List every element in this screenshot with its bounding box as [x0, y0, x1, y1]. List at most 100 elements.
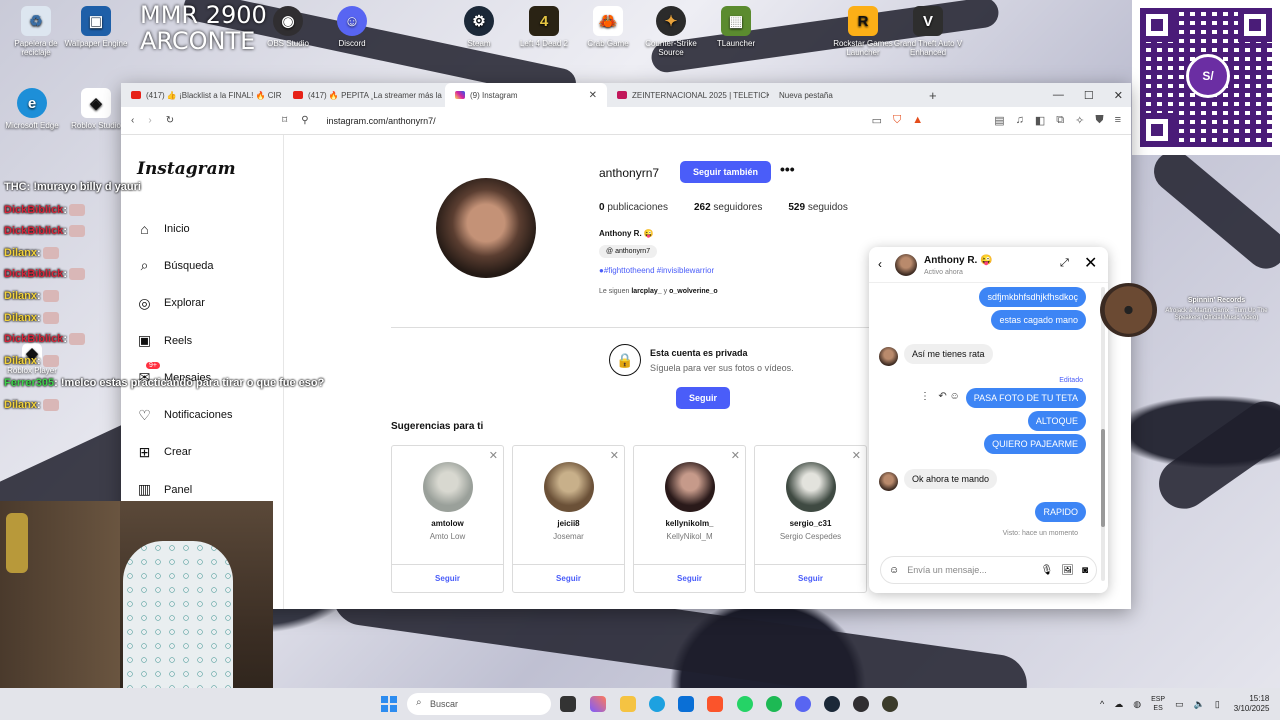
instagram-logo[interactable]: Instagram [137, 159, 236, 179]
followers-count[interactable]: 262 seguidores [694, 202, 762, 213]
back-icon[interactable]: ‹ [131, 115, 134, 126]
spotify-icon[interactable] [766, 696, 782, 712]
emoji-icon[interactable]: ☺ [889, 565, 899, 576]
media-icon[interactable]: ♫ [1016, 114, 1024, 127]
profile-avatar[interactable] [436, 178, 536, 278]
follow-back-button[interactable]: Seguir también [680, 161, 772, 183]
message-input[interactable]: Envía un mensaje... [907, 565, 1032, 575]
dm-avatar[interactable] [895, 254, 917, 276]
desktop-icon-rockstar[interactable]: R Rockstar Games Launcher [827, 6, 899, 57]
suggestion-follow-button[interactable]: Seguir [392, 564, 503, 592]
cast-icon[interactable]: ▭ [872, 114, 882, 127]
nav-item-notificaciones[interactable]: ♡ Notificaciones [136, 396, 232, 433]
close-window-icon[interactable]: ✕ [1114, 89, 1123, 102]
minimize-icon[interactable]: — [1053, 89, 1064, 101]
desktop-icon-steam[interactable]: ⚙ Steam [443, 6, 515, 48]
message-incoming[interactable]: Ok ahora te mando [904, 469, 998, 489]
nav-item-inicio[interactable]: ⌂ Inicio [136, 210, 232, 247]
store-icon[interactable] [678, 696, 694, 712]
app-icon[interactable] [882, 696, 898, 712]
reply-icon[interactable]: ↶ [938, 391, 946, 402]
copilot-icon[interactable] [590, 696, 606, 712]
tab-youtube-2[interactable]: (417) 🔥 PEPITA ¸La streamer más la [283, 83, 445, 107]
forward-icon[interactable]: › [148, 115, 151, 126]
message-outgoing[interactable]: RAPIDO [1035, 502, 1086, 522]
desktop-icon-l4d2[interactable]: 4 Left 4 Dead 2 [508, 6, 580, 48]
task-view-icon[interactable] [560, 696, 576, 712]
avatar[interactable] [543, 462, 594, 512]
edge-icon[interactable] [649, 696, 665, 712]
whatsapp-icon[interactable] [737, 696, 753, 712]
tab-youtube-1[interactable]: (417) 👍 ¡Blacklist a la FINAL! 🔥 CIR [121, 83, 283, 107]
dm-name[interactable]: Anthony R. 😜 [924, 255, 993, 266]
tab-instagram[interactable]: (9) Instagram ✕ [445, 83, 607, 107]
microphone-icon[interactable]: 🎙 [1041, 565, 1054, 576]
desktop-icon-edge[interactable]: e Microsoft Edge [0, 88, 68, 130]
following-count[interactable]: 529 seguidos [788, 202, 848, 213]
image-icon[interactable]: 🖼 [1061, 565, 1074, 576]
nav-item-crear[interactable]: ⊞ Crear [136, 434, 232, 471]
message-outgoing[interactable]: QUIERO PAJEARME [984, 434, 1086, 454]
monitor-icon[interactable]: ▭ [1175, 699, 1184, 710]
sidebar-icon[interactable]: ◧ [1035, 114, 1045, 127]
new-tab-button[interactable]: + [919, 88, 947, 103]
suggestion-follow-button[interactable]: Seguir [513, 564, 624, 592]
message-outgoing[interactable]: ALTOQUE [1027, 411, 1086, 431]
discord-icon[interactable] [795, 696, 811, 712]
avatar[interactable] [664, 462, 715, 512]
url-field[interactable]: instagram.com/anthonyrn7/ [327, 116, 436, 126]
reload-icon[interactable]: ↻ [166, 115, 174, 126]
clock[interactable]: 15:18 3/10/2025 [1234, 694, 1270, 714]
follow-button[interactable]: Seguir [676, 387, 731, 409]
app-tray-icon[interactable]: ◍ [1133, 699, 1141, 710]
menu-icon[interactable]: ≡ [1115, 114, 1121, 127]
file-explorer-icon[interactable] [620, 696, 636, 712]
vpn-icon[interactable]: ⛊ [1095, 114, 1103, 127]
start-icon[interactable] [381, 696, 397, 712]
nav-item-busqueda[interactable]: ⌕ Búsqueda [136, 247, 232, 284]
obs-icon[interactable] [853, 696, 869, 712]
avatar[interactable] [785, 462, 836, 512]
message-outgoing[interactable]: PASA FOTO DE TU TETA [965, 388, 1086, 408]
network-tray-icon[interactable]: ☁ [1114, 699, 1123, 710]
desktop-icon-crab-game[interactable]: 🦀 Crab Game [572, 6, 644, 48]
message-outgoing[interactable]: estas cagado mano [991, 310, 1086, 330]
battery-icon[interactable]: ▯ [1215, 699, 1220, 710]
taskbar-search[interactable]: ⌕ Buscar [407, 693, 551, 715]
brave-shields-icon[interactable]: ⛉ [893, 114, 901, 127]
close-tab-icon[interactable]: ✕ [589, 90, 597, 101]
dismiss-icon[interactable]: ✕ [852, 449, 861, 462]
suggestion-follow-button[interactable]: Seguir [755, 564, 866, 592]
suggestion-follow-button[interactable]: Seguir [634, 564, 745, 592]
brave-rewards-icon[interactable]: ▲ [912, 114, 923, 127]
message-incoming[interactable]: Así me tienes rata [904, 344, 993, 364]
tray-overflow-icon[interactable]: ^ [1100, 699, 1104, 709]
dismiss-icon[interactable]: ✕ [610, 449, 619, 462]
close-icon[interactable]: ✕ [1084, 253, 1097, 273]
volume-icon[interactable]: 🔈 [1194, 699, 1205, 710]
dismiss-icon[interactable]: ✕ [731, 449, 740, 462]
react-icon[interactable]: ☺ [950, 391, 960, 402]
desktop-icon-discord[interactable]: ☺ Discord [316, 6, 388, 48]
dismiss-icon[interactable]: ✕ [489, 449, 498, 462]
desktop-icon-tlauncher[interactable]: ▦ TLauncher [700, 6, 772, 48]
site-info-icon[interactable]: ⚲ [301, 115, 308, 126]
tab-new[interactable]: Nueva pestaña [769, 83, 919, 107]
extensions-icon[interactable]: ⧉ [1056, 114, 1064, 127]
sticker-icon[interactable]: ◙ [1082, 565, 1088, 576]
tab-zeinternacional[interactable]: ZEINTERNACIONAL 2025 | TELETICK [607, 83, 769, 107]
expand-icon[interactable]: ⤢ [1060, 257, 1069, 270]
nav-item-reels[interactable]: ▣ Reels [136, 322, 232, 359]
more-options-icon[interactable]: ••• [780, 161, 795, 177]
maximize-icon[interactable]: ☐ [1084, 89, 1094, 102]
avatar[interactable] [422, 462, 473, 512]
wallet-icon[interactable]: ▤ [994, 114, 1004, 127]
language-indicator[interactable]: ESP ES [1151, 695, 1165, 713]
desktop-icon-gta[interactable]: V Grand Theft Auto V Enhanced [892, 6, 964, 57]
nav-item-explorar[interactable]: ◎ Explorar [136, 285, 232, 322]
bookmark-icon[interactable]: ⌑ [282, 115, 287, 126]
more-icon[interactable]: ⋮ [920, 391, 930, 402]
back-icon[interactable]: ‹ [878, 257, 882, 271]
desktop-icon-css[interactable]: ✦ Counter-Strike Source [635, 6, 707, 57]
brave-icon[interactable] [707, 696, 723, 712]
